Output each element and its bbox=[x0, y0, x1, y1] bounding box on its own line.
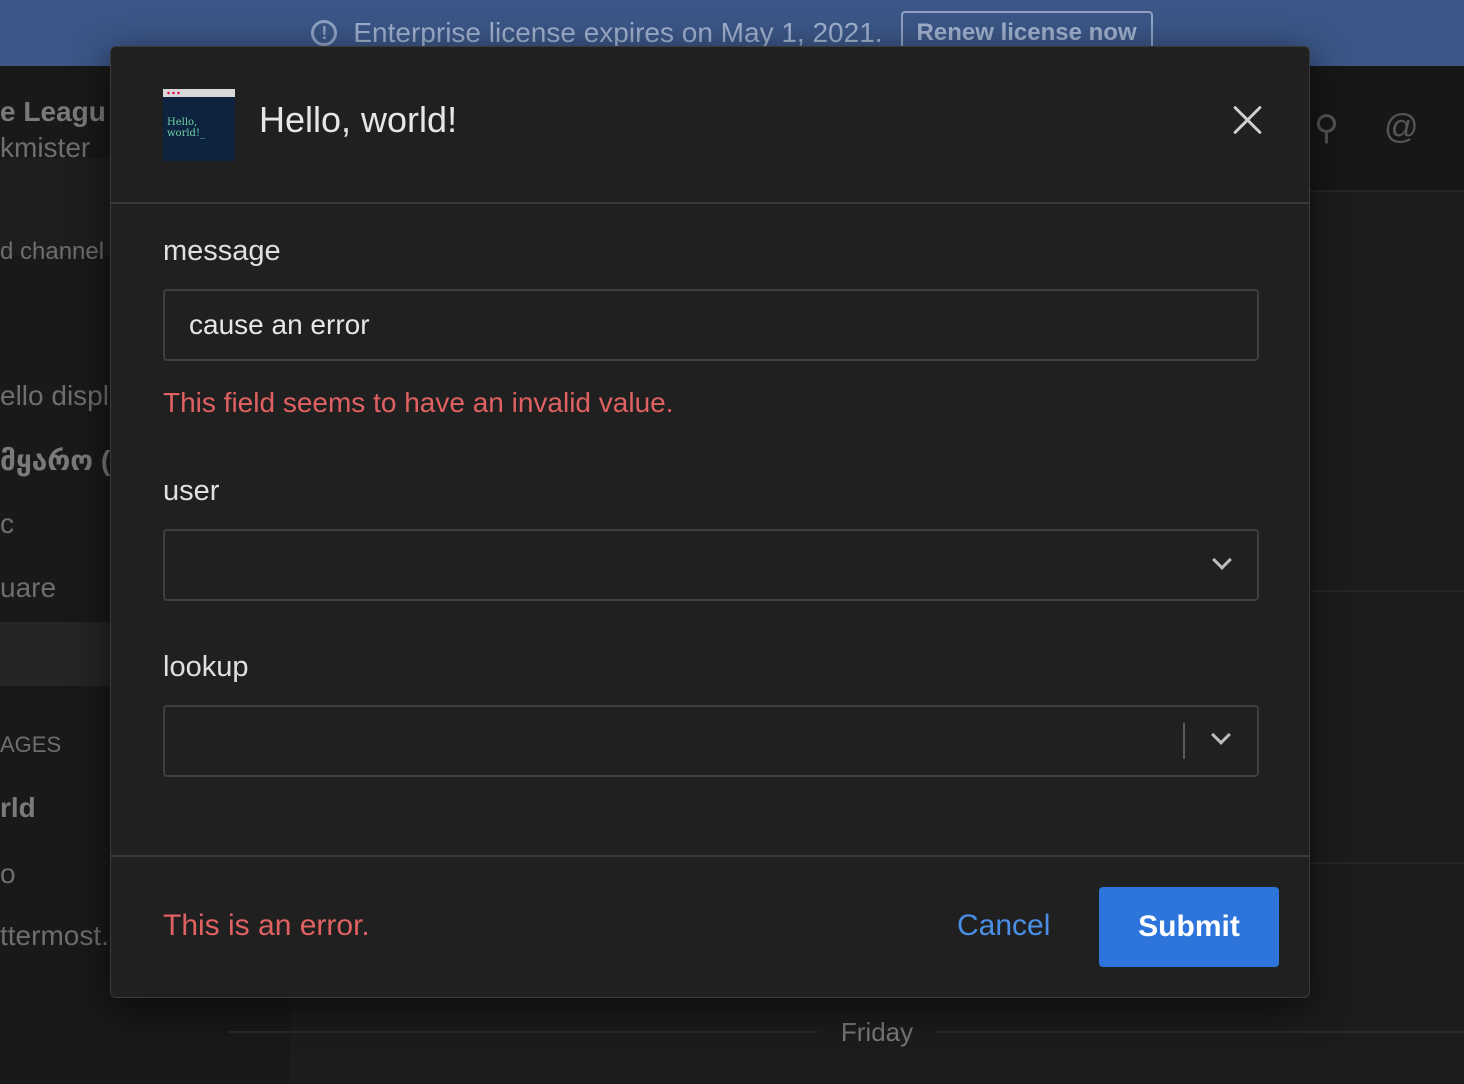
divider bbox=[1310, 590, 1464, 592]
app-icon-text: Hello, world!_ bbox=[167, 117, 205, 139]
add-channel-link[interactable]: d channel bbox=[0, 238, 104, 266]
sidebar-section-header: AGES bbox=[0, 732, 62, 757]
message-input[interactable] bbox=[165, 291, 1257, 359]
date-separator-label: Friday bbox=[840, 1016, 914, 1047]
lookup-label: lookup bbox=[163, 651, 249, 683]
divider bbox=[1310, 862, 1464, 864]
user-label: user bbox=[163, 475, 220, 507]
username: kmister bbox=[0, 132, 91, 163]
chevron-down-icon[interactable] bbox=[1212, 550, 1232, 570]
date-separator: Friday bbox=[290, 1012, 1464, 1052]
search-icon[interactable]: ⚲ bbox=[1314, 108, 1339, 148]
dialog-header: Hello, world!_ Hello, world! bbox=[111, 47, 1309, 204]
sidebar-item-dm[interactable]: ttermost. bbox=[0, 920, 109, 952]
sidebar-item-channel[interactable]: uare bbox=[0, 572, 56, 604]
submit-button[interactable]: Submit bbox=[1099, 887, 1279, 967]
sidebar-item-dm[interactable]: rld bbox=[0, 792, 36, 824]
chevron-down-icon[interactable] bbox=[1211, 725, 1231, 745]
message-label: message bbox=[163, 235, 281, 267]
banner-message: Enterprise license expires on May 1, 202… bbox=[353, 17, 883, 48]
interactive-dialog: Hello, world!_ Hello, world! message Thi… bbox=[110, 46, 1310, 998]
sidebar-item-channel[interactable]: ello displ bbox=[0, 380, 109, 412]
dialog-footer-divider bbox=[111, 855, 1309, 857]
message-field[interactable] bbox=[163, 289, 1259, 361]
app-icon-window-dots bbox=[166, 91, 180, 95]
team-name: e Leagu bbox=[0, 96, 106, 127]
sidebar-item-dm[interactable]: o bbox=[0, 858, 16, 890]
at-mention-icon[interactable]: @ bbox=[1384, 108, 1419, 147]
user-select[interactable] bbox=[163, 529, 1259, 601]
lookup-select[interactable] bbox=[163, 705, 1259, 777]
dialog-title: Hello, world! bbox=[259, 99, 458, 140]
select-separator bbox=[1183, 723, 1185, 759]
sidebar-item-channel[interactable]: მყარო (I bbox=[0, 444, 118, 477]
app-icon: Hello, world!_ bbox=[163, 89, 235, 161]
sidebar-selected-channel[interactable] bbox=[0, 622, 120, 686]
info-icon: ! bbox=[311, 20, 338, 46]
dialog-error: This is an error. bbox=[163, 909, 370, 942]
message-field-error: This field seems to have an invalid valu… bbox=[163, 387, 674, 418]
cancel-button[interactable]: Cancel bbox=[957, 909, 1050, 943]
close-icon[interactable] bbox=[1231, 103, 1265, 137]
sidebar-item-channel[interactable]: c bbox=[0, 508, 14, 540]
